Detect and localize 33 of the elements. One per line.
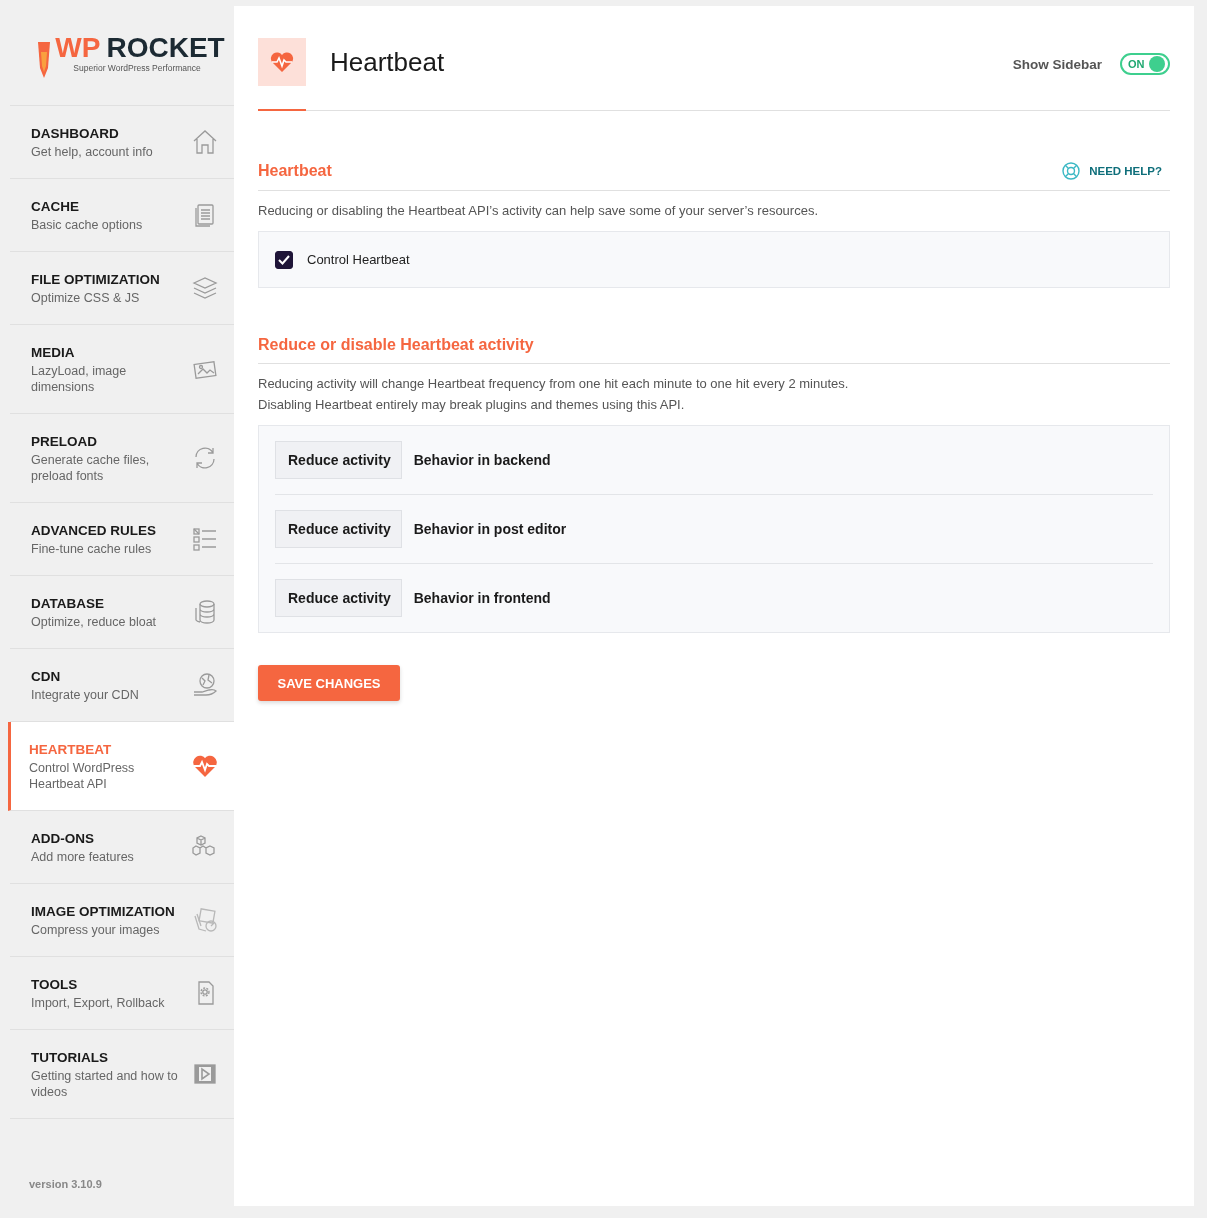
database-icon [192, 599, 218, 625]
sidebar-item[interactable]: HEARTBEAT Control WordPress Heartbeat API [8, 722, 234, 811]
rocket-flame-icon [37, 41, 52, 78]
checkbox-label: Control Heartbeat [307, 252, 410, 267]
section-title: Reduce or disable Heartbeat activity [258, 336, 534, 354]
logo-tagline: Superior WordPress Performance [73, 62, 202, 73]
layers-icon [192, 275, 218, 301]
heart-pulse-icon [192, 753, 218, 779]
images-gauge-icon [192, 907, 218, 933]
house-icon [192, 129, 218, 155]
option-label: Behavior in post editor [413, 521, 567, 537]
section-description: Reducing or disabling the Heartbeat API’s activity can help save some of your server’s resources. [258, 202, 819, 220]
activity-dropdown[interactable]: Reduce activity [275, 579, 402, 617]
checklist-icon [192, 526, 218, 552]
section-description: Disabling Heartbeat entirely may break plugins and themes using this API. [258, 396, 686, 414]
globe-hand-icon [192, 672, 218, 698]
logo-name: ROCKET [106, 32, 225, 63]
version-label: version 3.10.9 [29, 1178, 103, 1190]
page-title: Heartbeat [330, 46, 446, 78]
option-label: Behavior in backend [413, 452, 551, 468]
logo-mark: WP [55, 32, 101, 63]
section-title: Heartbeat [258, 162, 332, 180]
help-link[interactable]: NEED HELP? [1061, 161, 1162, 181]
section-description: Reducing activity will change Heartbeat frequency from one hit each minute to one hit every 2 minutes. [258, 375, 850, 393]
activity-dropdown[interactable]: Reduce activity [275, 441, 402, 479]
toggle-label: Show Sidebar [1012, 56, 1102, 72]
activity-dropdown[interactable]: Reduce activity [275, 510, 402, 548]
option-label: Behavior in frontend [413, 590, 551, 606]
lifebuoy-icon [1061, 161, 1082, 181]
refresh-icon [192, 445, 218, 471]
heart-pulse-icon [258, 38, 306, 86]
checkbox[interactable] [275, 250, 293, 269]
video-icon [192, 1061, 218, 1087]
